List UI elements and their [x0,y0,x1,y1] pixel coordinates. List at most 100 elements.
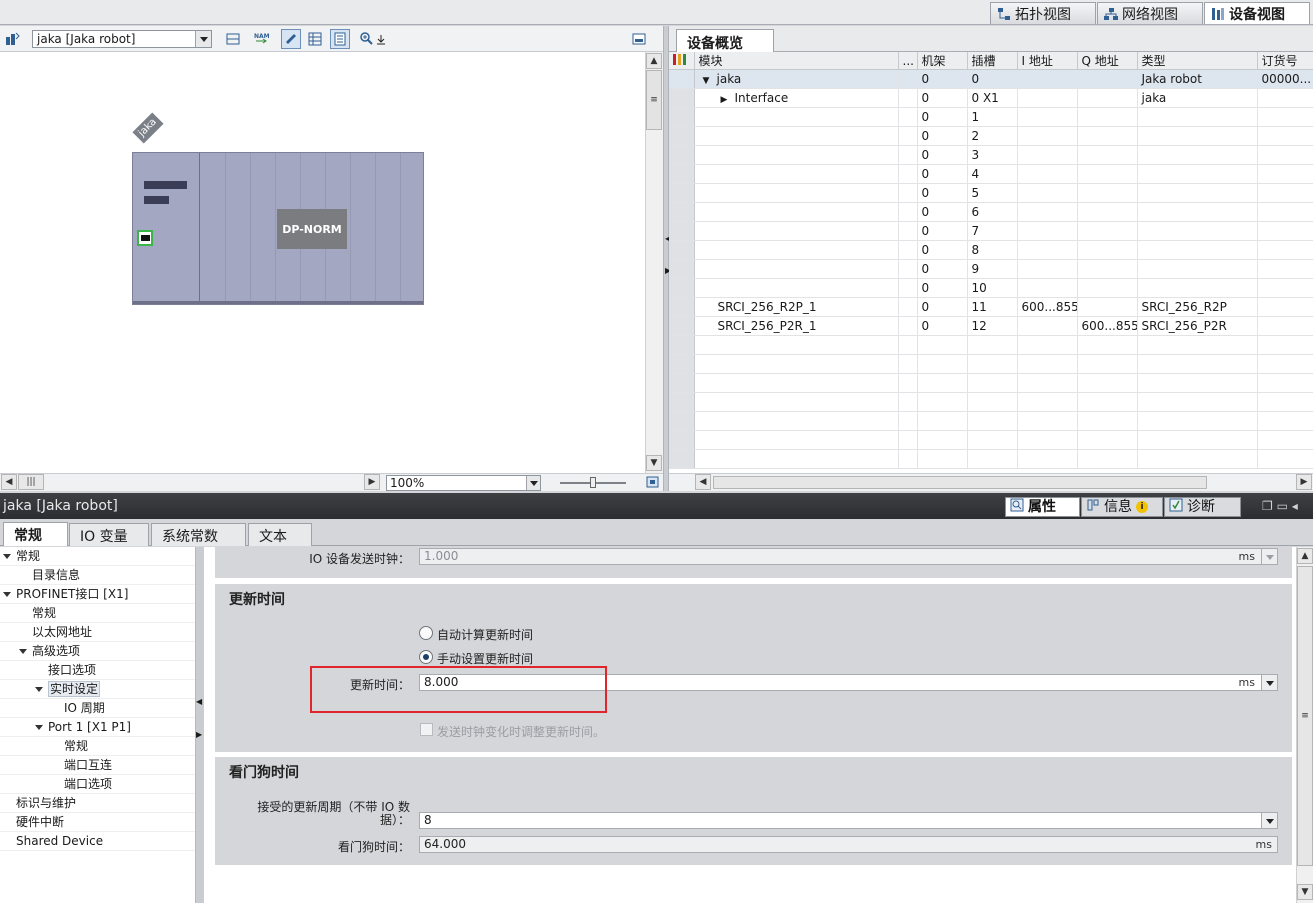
cell-order-number[interactable] [1257,240,1313,260]
zoom-select[interactable]: 100% [386,475,541,491]
scroll-up-icon[interactable]: ▲ [1297,548,1313,564]
cell-type[interactable]: Jaka robot [1137,69,1258,89]
row-gutter[interactable] [669,221,695,241]
manual-update-radio[interactable] [419,650,433,664]
cell-rack[interactable]: 0 [917,278,968,298]
cell-module[interactable]: SRCI_256_R2P_1 [694,297,899,317]
row-gutter[interactable] [669,88,695,108]
cell-type[interactable] [1137,278,1258,298]
table-row[interactable]: 03 [669,145,1313,165]
cell-order-number[interactable] [1257,278,1313,298]
cell-q-address[interactable]: 600...855 [1077,316,1138,336]
cell-slot[interactable]: 5 [967,183,1018,203]
column-header[interactable]: I 地址 [1017,52,1078,70]
cell-dots[interactable] [898,316,918,336]
properties-vertical-scrollbar[interactable]: ▲ ≡ ▼ [1296,547,1313,903]
scroll-down-icon[interactable]: ▼ [1297,884,1313,900]
row-gutter[interactable] [669,240,695,260]
cell-i-address[interactable] [1017,259,1078,279]
nav-item[interactable]: 以太网地址 [0,623,195,642]
cell-order-number[interactable] [1257,183,1313,203]
cell-type[interactable] [1137,183,1258,203]
nav-item[interactable]: IO 周期 [0,699,195,718]
scroll-thumb[interactable]: ≡ [646,70,662,130]
row-gutter[interactable] [669,316,695,336]
cell-q-address[interactable] [1077,69,1138,89]
tab-device-view[interactable]: 设备视图 [1204,2,1310,24]
expand-down-icon[interactable] [3,592,11,597]
cell-slot[interactable]: 7 [967,221,1018,241]
rack-slot[interactable] [201,153,226,304]
cell-i-address[interactable] [1017,88,1078,108]
expand-down-icon[interactable] [3,554,11,559]
cell-type[interactable]: SRCI_256_P2R [1137,316,1258,336]
tab-device-overview[interactable]: 设备概览 [676,29,774,52]
nav-item[interactable]: 接口选项 [0,661,195,680]
column-header[interactable]: 机架 [917,52,968,70]
tab-properties[interactable]: 属性 [1005,497,1080,517]
cell-i-address[interactable] [1017,107,1078,127]
table-row[interactable]: 01 [669,107,1313,127]
cell-rack[interactable]: 0 [917,126,968,146]
tab-system-constants[interactable]: 系统常数 [151,523,246,546]
cell-dots[interactable] [898,297,918,317]
collapse-view-icon[interactable] [629,29,649,49]
table-row[interactable]: 06 [669,202,1313,222]
table-row[interactable]: SRCI_256_P2R_1 0 12 600...855 SRCI_256_P2R [669,316,1313,336]
cell-module[interactable] [694,221,899,241]
chevron-down-icon[interactable] [1261,813,1277,828]
cell-order-number[interactable]: 00000... [1257,69,1313,89]
tab-info[interactable]: 信息 i [1081,497,1163,517]
table-row[interactable]: 08 [669,240,1313,260]
cell-order-number[interactable] [1257,297,1313,317]
download-arrow-icon[interactable] [374,29,388,49]
cell-rack[interactable]: 0 [917,107,968,127]
column-header[interactable]: 插槽 [967,52,1018,70]
column-header[interactable]: 模块 [694,52,899,70]
cell-q-address[interactable] [1077,221,1138,241]
cell-type[interactable] [1137,164,1258,184]
cell-rack[interactable]: 0 [917,164,968,184]
nav-item[interactable]: 常规 [0,737,195,756]
nav-item[interactable]: 目录信息 [0,566,195,585]
cell-q-address[interactable] [1077,202,1138,222]
cell-module[interactable] [694,107,899,127]
row-gutter[interactable] [669,69,695,89]
cell-module[interactable] [694,183,899,203]
scroll-right-icon[interactable]: ▶ [1296,474,1312,490]
cell-dots[interactable] [898,145,918,165]
table-row[interactable]: SRCI_256_R2P_1 0 11 600...855 SRCI_256_R2P [669,297,1313,317]
cell-dots[interactable] [898,221,918,241]
cell-order-number[interactable] [1257,202,1313,222]
row-gutter[interactable] [669,202,695,222]
nav-item[interactable]: 常规 [0,604,195,623]
cell-order-number[interactable] [1257,259,1313,279]
cell-module[interactable] [694,126,899,146]
table-row[interactable]: 04 [669,164,1313,184]
cell-type[interactable] [1137,202,1258,222]
chevron-down-icon[interactable] [1261,675,1277,690]
rack-slot[interactable] [401,153,426,304]
column-header[interactable]: Q 地址 [1077,52,1138,70]
tab-network-view[interactable]: 网络视图 [1097,2,1203,24]
cell-rack[interactable]: 0 [917,183,968,203]
chevron-down-icon[interactable] [195,31,211,47]
cell-i-address[interactable] [1017,240,1078,260]
cell-slot[interactable]: 8 [967,240,1018,260]
cell-slot[interactable]: 1 [967,107,1018,127]
cell-q-address[interactable] [1077,145,1138,165]
cell-rack[interactable]: 0 [917,221,968,241]
table-row[interactable]: 07 [669,221,1313,241]
cell-rack[interactable]: 0 [917,69,968,89]
cell-type[interactable]: SRCI_256_R2P [1137,297,1258,317]
collapse-left-icon[interactable]: ◀ [196,697,202,706]
auto-update-radio[interactable] [419,626,433,640]
cell-i-address[interactable] [1017,278,1078,298]
row-gutter[interactable] [669,126,695,146]
cell-slot[interactable]: 0 X1 [967,88,1018,108]
cell-i-address[interactable]: 600...855 [1017,297,1078,317]
cell-dots[interactable] [898,107,918,127]
expand-right-icon[interactable]: ▶ [721,95,735,105]
cell-type[interactable] [1137,126,1258,146]
nav-item[interactable]: Shared Device [0,832,195,851]
